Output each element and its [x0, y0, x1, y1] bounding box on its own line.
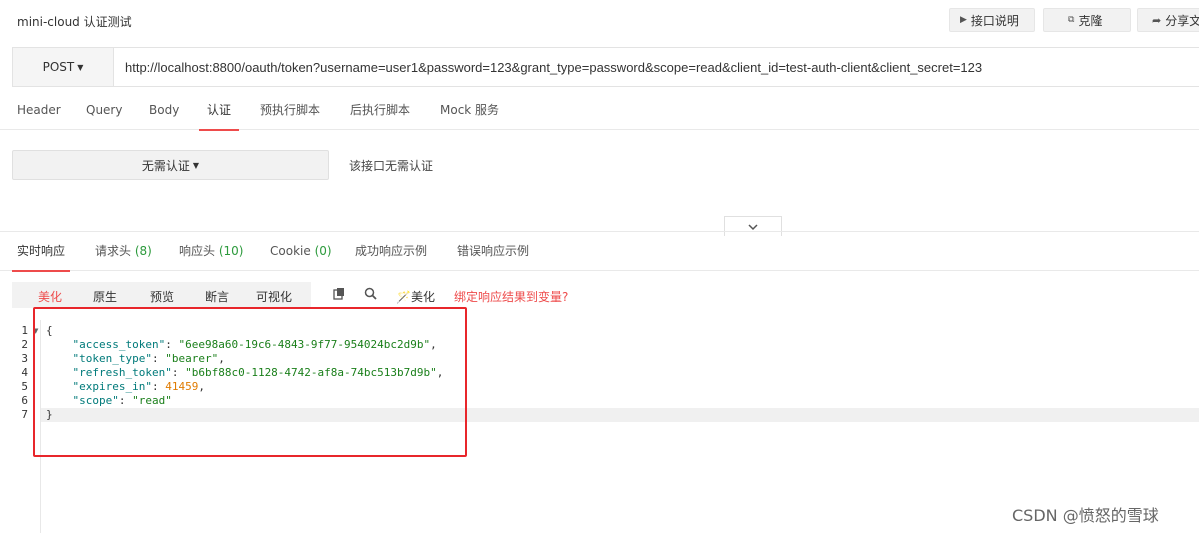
- tab-request-headers[interactable]: 请求头 (8): [95, 231, 152, 271]
- search-icon[interactable]: [364, 287, 377, 304]
- view-visualize[interactable]: 可视化: [256, 288, 292, 305]
- caret-down-icon: ▼: [192, 160, 200, 170]
- beautify-label: 美化: [410, 290, 435, 304]
- wand-icon: 🪄: [396, 290, 411, 304]
- share-icon: ➦: [1152, 13, 1162, 27]
- auth-note: 该接口无需认证: [349, 159, 434, 173]
- auth-type-label: 无需认证: [141, 158, 190, 173]
- tab-pre-script[interactable]: 预执行脚本: [260, 90, 320, 130]
- tab-request-headers-label: 请求头: [95, 244, 132, 258]
- api-doc-button[interactable]: ▶ 接口说明: [949, 8, 1035, 32]
- url-bar: POST ▼ http://localhost:8800/oauth/token?…: [12, 47, 1199, 87]
- view-assert[interactable]: 断言: [205, 288, 229, 305]
- copy-icon[interactable]: [333, 287, 346, 304]
- line-number: 3: [21, 352, 28, 365]
- share-button[interactable]: ➦ 分享文档: [1137, 8, 1199, 32]
- tab-mock[interactable]: Mock 服务: [440, 90, 499, 130]
- tab-header[interactable]: Header: [17, 90, 61, 130]
- chevron-down-icon: [748, 223, 758, 230]
- response-headers-count: (10): [218, 244, 244, 258]
- clone-button[interactable]: ⧉ 克隆: [1043, 8, 1131, 32]
- highlight-annotation-box: [33, 307, 467, 457]
- header-bar: mini-cloud 认证测试 ▶ 接口说明 ⧉ 克隆 ➦ 分享文档: [0, 0, 1199, 40]
- tab-response-headers[interactable]: 响应头 (10): [179, 231, 243, 271]
- view-preview[interactable]: 预览: [150, 288, 174, 305]
- tab-query[interactable]: Query: [86, 90, 122, 130]
- tab-auth[interactable]: 认证: [198, 90, 240, 131]
- tab-success-example[interactable]: 成功响应示例: [355, 231, 427, 271]
- auth-type-select[interactable]: 无需认证 ▼: [12, 150, 329, 180]
- line-number: 1: [21, 324, 28, 337]
- bind-response-link[interactable]: 绑定响应结果到变量?: [454, 288, 568, 305]
- tab-cookie-label: Cookie: [270, 244, 311, 258]
- view-raw[interactable]: 原生: [93, 288, 117, 305]
- watermark: CSDN @愤怒的雪球: [1012, 506, 1159, 525]
- page-title: mini-cloud 认证测试: [17, 15, 132, 29]
- line-number: 7: [21, 408, 28, 421]
- method-select[interactable]: POST ▼: [13, 48, 114, 86]
- beautify-button[interactable]: 🪄美化: [396, 288, 435, 305]
- request-headers-count: (8): [134, 244, 152, 258]
- line-number: 2: [21, 338, 28, 351]
- request-tabs: Header Query Body 认证 预执行脚本 后执行脚本 Mock 服务: [0, 90, 1199, 131]
- copy-icon: ⧉: [1068, 15, 1075, 25]
- share-label: 分享文档: [1165, 13, 1199, 28]
- view-mode-group: 美化 原生 预览 断言 可视化: [12, 282, 311, 308]
- response-tabs: 实时响应 请求头 (8) 响应头 (10) Cookie (0) 成功响应示例 …: [0, 231, 1199, 272]
- cookie-count: (0): [314, 244, 332, 258]
- tab-error-example[interactable]: 错误响应示例: [457, 231, 529, 271]
- tab-post-script[interactable]: 后执行脚本: [350, 90, 410, 130]
- tab-realtime-response[interactable]: 实时响应: [11, 231, 71, 272]
- line-number: 6: [21, 394, 28, 407]
- method-label: POST: [42, 60, 75, 74]
- url-input[interactable]: http://localhost:8800/oauth/token?userna…: [125, 60, 982, 75]
- tab-cookie[interactable]: Cookie (0): [270, 231, 332, 271]
- view-beautify[interactable]: 美化: [38, 288, 62, 305]
- clone-label: 克隆: [1078, 13, 1103, 28]
- line-number: 4: [21, 366, 28, 379]
- tab-body[interactable]: Body: [149, 90, 179, 130]
- line-number: 5: [21, 380, 28, 393]
- tab-response-headers-label: 响应头: [179, 244, 216, 258]
- api-doc-label: 接口说明: [970, 13, 1019, 28]
- play-icon: ▶: [960, 15, 967, 25]
- caret-down-icon: ▼: [77, 62, 84, 72]
